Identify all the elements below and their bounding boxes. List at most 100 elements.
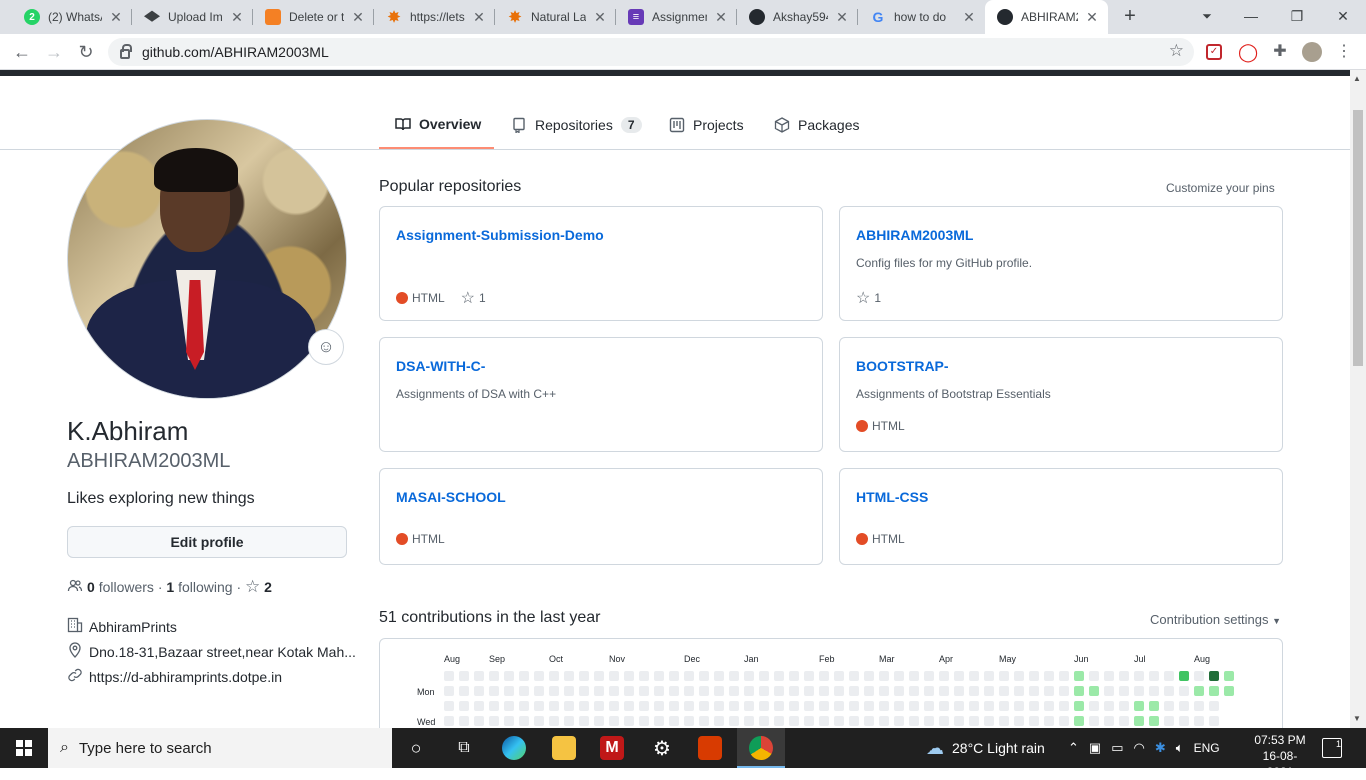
contribution-day[interactable] [609,686,619,696]
contribution-day[interactable] [1194,716,1204,726]
contribution-day[interactable] [594,701,604,711]
contribution-day[interactable] [819,671,829,681]
tab-overview[interactable]: Overview [379,101,494,149]
contribution-day[interactable] [1044,701,1054,711]
settings-gear-icon[interactable]: ⚙ [650,736,674,760]
contribution-day[interactable] [489,716,499,726]
browser-tab[interactable]: ≡ Assignmen ✕ [616,0,737,34]
contribution-day[interactable] [714,716,724,726]
contribution-day[interactable] [789,686,799,696]
volume-icon[interactable]: 🔈︎ [1176,740,1184,756]
contribution-day[interactable] [654,716,664,726]
browser-tab[interactable]: 2 (2) WhatsA ✕ [12,0,132,34]
contribution-day[interactable] [1119,701,1129,711]
contribution-day[interactable] [759,686,769,696]
contribution-day[interactable] [1044,716,1054,726]
contribution-day[interactable] [669,716,679,726]
contribution-day[interactable] [939,671,949,681]
contribution-day[interactable] [549,686,559,696]
contribution-day[interactable] [999,716,1009,726]
contribution-day[interactable] [1074,686,1084,696]
contribution-day[interactable] [984,716,994,726]
close-icon[interactable]: ✕ [961,9,977,26]
contribution-day[interactable] [1224,686,1234,696]
task-view-icon[interactable]: ⧉ [452,736,476,760]
back-arrow-icon[interactable]: ← [10,40,34,64]
contribution-day[interactable] [744,716,754,726]
contribution-day[interactable] [1224,671,1234,681]
close-icon[interactable]: ✕ [350,9,366,26]
contribution-day[interactable] [444,701,454,711]
contribution-day[interactable] [1179,671,1189,681]
browser-tab[interactable]: ✸ https://lets ✕ [374,0,495,34]
contribution-day[interactable] [774,686,784,696]
contribution-day[interactable] [924,701,934,711]
contribution-day[interactable] [924,671,934,681]
following-count[interactable]: 1 [166,579,174,595]
contribution-day[interactable] [1044,671,1054,681]
taskbar-search[interactable]: ⌕ Type here to search [48,728,392,768]
browser-tab[interactable]: Akshay594 ✕ [737,0,858,34]
contribution-day[interactable] [984,701,994,711]
contribution-day[interactable] [969,701,979,711]
office-icon[interactable] [698,736,722,760]
contribution-day[interactable] [1164,716,1174,726]
contribution-day[interactable] [999,671,1009,681]
contribution-day[interactable] [744,701,754,711]
contribution-day[interactable] [699,701,709,711]
contribution-day[interactable] [564,671,574,681]
contribution-day[interactable] [639,686,649,696]
contribution-day[interactable] [534,671,544,681]
contribution-day[interactable] [549,671,559,681]
contribution-day[interactable] [1149,686,1159,696]
contribution-day[interactable] [474,701,484,711]
close-icon[interactable]: ✕ [592,9,608,26]
browser-tab-active[interactable]: ABHIRAM2 ✕ [985,0,1108,34]
contribution-day[interactable] [459,671,469,681]
contribution-day[interactable] [489,671,499,681]
contribution-day[interactable] [894,701,904,711]
contribution-day[interactable] [954,686,964,696]
contribution-day[interactable] [759,716,769,726]
contribution-day[interactable] [594,671,604,681]
wifi-icon[interactable]: ◠ [1134,740,1145,756]
contribution-day[interactable] [774,701,784,711]
contribution-day[interactable] [504,686,514,696]
contribution-day[interactable] [1209,716,1219,726]
contribution-day[interactable] [504,671,514,681]
contribution-day[interactable] [744,686,754,696]
taskbar-clock[interactable]: 07:53 PM 16-08-2021 [1252,732,1308,780]
following-link[interactable]: following [178,579,232,595]
contribution-day[interactable] [714,701,724,711]
followers-count[interactable]: 0 [87,579,95,595]
contribution-day[interactable] [834,701,844,711]
contribution-day[interactable] [699,671,709,681]
contribution-day[interactable] [864,716,874,726]
contribution-day[interactable] [1074,701,1084,711]
contribution-day[interactable] [1194,671,1204,681]
tab-search-icon[interactable]: ⏷ [1184,0,1230,34]
contribution-day[interactable] [549,716,559,726]
contribution-day[interactable] [1014,701,1024,711]
contribution-day[interactable] [774,716,784,726]
contribution-day[interactable] [609,701,619,711]
contribution-day[interactable] [1119,716,1129,726]
contribution-day[interactable] [1089,716,1099,726]
contribution-day[interactable] [624,686,634,696]
repo-name-link[interactable]: Assignment-Submission-Demo [396,227,604,243]
contribution-day[interactable] [1104,716,1114,726]
contribution-day[interactable] [1059,686,1069,696]
avatar[interactable] [67,119,347,399]
contribution-day[interactable] [1134,716,1144,726]
menu-icon[interactable]: ⋮ [1334,42,1354,62]
close-icon[interactable]: ✕ [713,9,729,26]
contribution-day[interactable] [519,671,529,681]
contribution-day[interactable] [849,701,859,711]
contribution-day[interactable] [939,686,949,696]
contribution-day[interactable] [579,671,589,681]
contribution-day[interactable] [474,716,484,726]
contribution-day[interactable] [924,716,934,726]
contribution-day[interactable] [759,701,769,711]
scroll-down-arrow[interactable]: ▼ [1353,714,1361,723]
contribution-day[interactable] [1194,686,1204,696]
